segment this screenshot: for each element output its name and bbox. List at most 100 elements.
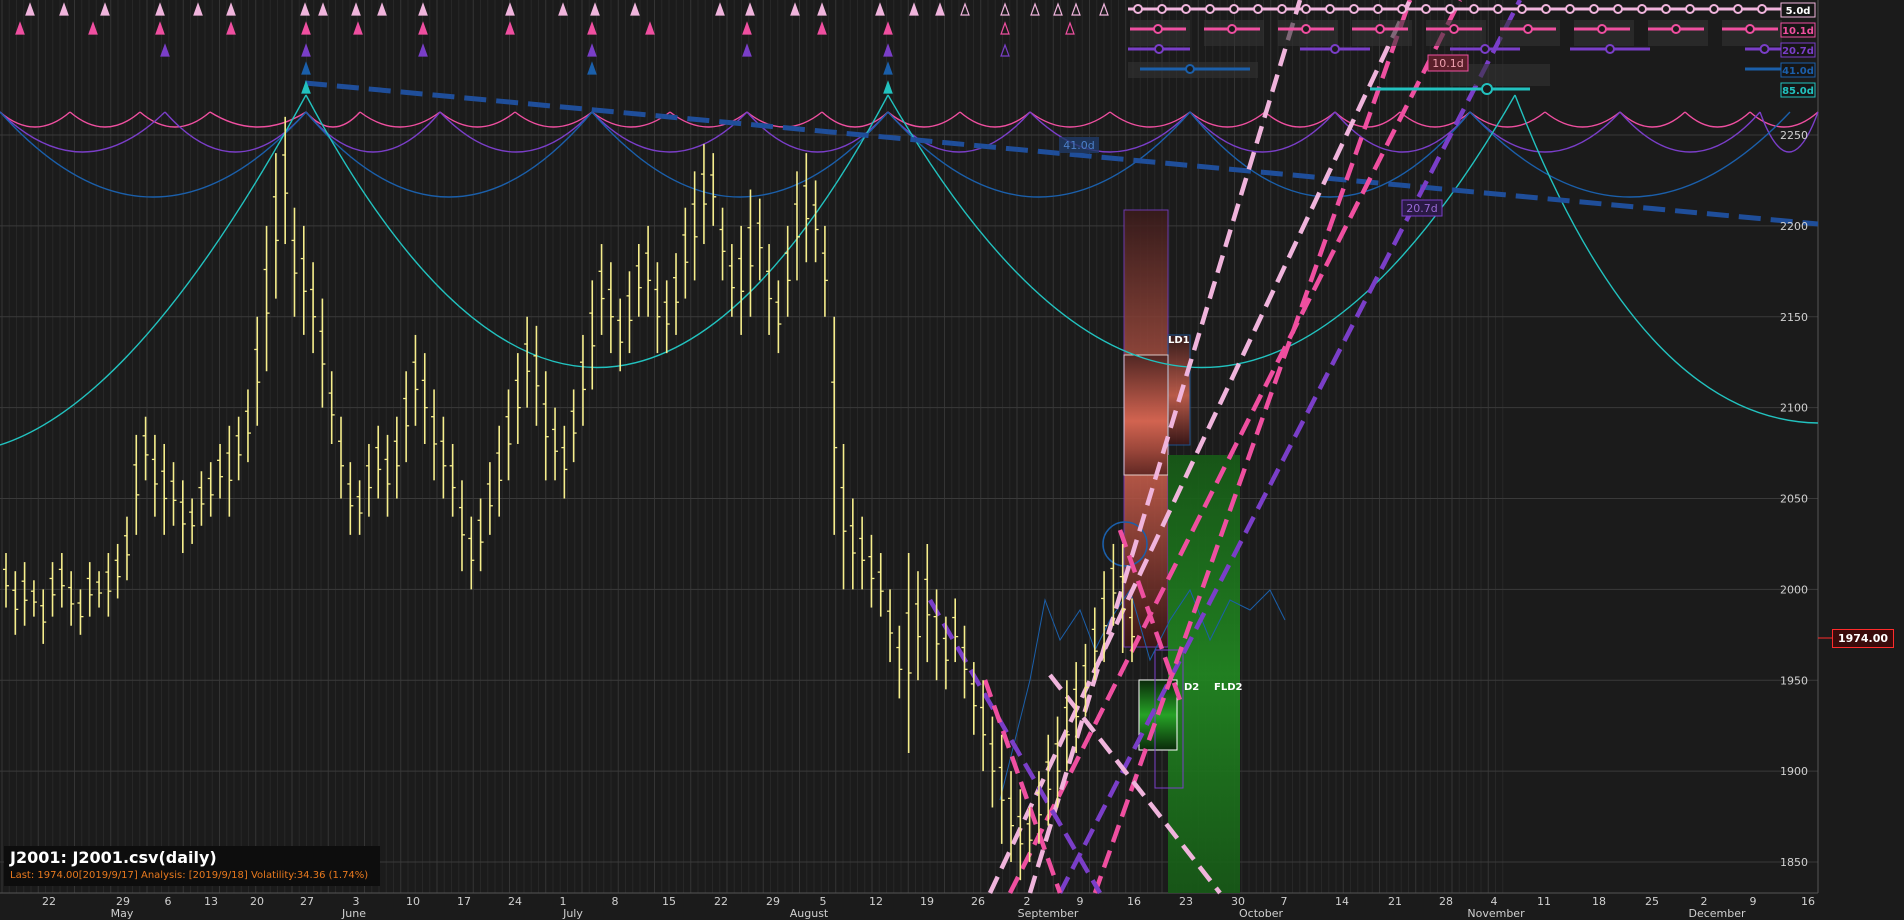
cycle-label: 5.0d: [1786, 6, 1811, 17]
legend-dot-41d: [1185, 64, 1195, 74]
legend-dot-10d: [1745, 24, 1755, 34]
legend-dot-20d: [1605, 44, 1615, 54]
x-tick-label: 22: [42, 895, 56, 908]
legend-dot-5d: [1277, 4, 1287, 14]
x-tick-label: 23: [1179, 895, 1193, 908]
legend-dot-5d: [1133, 4, 1143, 14]
x-tick-label: 18: [1592, 895, 1606, 908]
x-tick-label: 9: [1750, 895, 1757, 908]
price-chart[interactable]: 5.0d 10.1d 20.7d 41.0d 85.0d 41.0d 20.7d 10.1d…: [0, 0, 1904, 920]
y-tick-label: 2150: [1780, 311, 1808, 324]
fld-box-10d: [1123, 354, 1169, 476]
last-price-tag: 1974.00: [1832, 629, 1894, 648]
legend-dot-5d: [1373, 4, 1383, 14]
status-line: Last: 1974.00[2019/9/17] Analysis: [2019…: [10, 870, 369, 881]
x-tick-label: 11: [1537, 895, 1551, 908]
annotation-label-ld1: LD1: [1168, 335, 1190, 346]
legend-dot-20d: [1480, 44, 1490, 54]
month-label: June: [341, 907, 366, 920]
legend-dot-10d: [1671, 24, 1681, 34]
cycle-label: 10.1d: [1782, 26, 1814, 37]
y-tick-label: 1900: [1780, 765, 1808, 778]
legend-dot-5d: [1589, 4, 1599, 14]
month-label: October: [1239, 907, 1283, 920]
month-label: August: [790, 907, 829, 920]
d2-box: [1138, 679, 1178, 751]
legend-dot-5d: [1397, 4, 1407, 14]
annotation-label-d2: D2: [1184, 682, 1199, 693]
month-label: December: [1688, 907, 1746, 920]
legend-dot-5d: [1181, 4, 1191, 14]
x-tick-label: 10: [406, 895, 420, 908]
x-tick-label: 16: [1801, 895, 1815, 908]
annotation-label-fld2: FLD2: [1214, 682, 1243, 693]
x-tick-label: 22: [714, 895, 728, 908]
x-tick-label: 16: [1127, 895, 1141, 908]
x-tick-label: 14: [1335, 895, 1349, 908]
legend-dot-5d: [1541, 4, 1551, 14]
y-tick-label: 1950: [1780, 674, 1808, 687]
legend-dot-5d: [1349, 4, 1359, 14]
legend-dot-5d: [1685, 4, 1695, 14]
cycle-label: 41.0d: [1782, 66, 1814, 77]
legend-dot-20d: [1759, 44, 1770, 54]
annotation-label-10d: 10.1d: [1432, 57, 1463, 70]
x-tick-label: 17: [457, 895, 471, 908]
x-tick-label: 29: [766, 895, 780, 908]
legend-dot-5d: [1325, 4, 1335, 14]
month-label: November: [1467, 907, 1525, 920]
y-tick-label: 2200: [1780, 220, 1808, 233]
legend-dot-5d: [1661, 4, 1671, 14]
ld1-box: [1167, 334, 1191, 446]
legend-dot-5d: [1709, 4, 1719, 14]
legend-dot-5d: [1421, 4, 1431, 14]
fld-green-zone-shade: [1168, 455, 1240, 893]
x-tick-label: 12: [869, 895, 883, 908]
legend-dot-5d: [1229, 4, 1239, 14]
legend-dot-5d: [1157, 4, 1167, 14]
legend-dot-5d: [1445, 4, 1455, 14]
legend-dot-10d: [1153, 24, 1163, 34]
y-tick-label: 2000: [1780, 583, 1808, 596]
legend-dot-20d: [1330, 44, 1340, 54]
annotation-label-20d: 20.7d: [1406, 202, 1437, 215]
x-tick-label: 15: [662, 895, 676, 908]
x-tick-label: 20: [250, 895, 264, 908]
legend-dot-5d: [1757, 4, 1767, 14]
y-tick-label: 2250: [1780, 129, 1808, 142]
legend-dot-10d: [1227, 24, 1237, 34]
x-tick-label: 13: [204, 895, 218, 908]
legend-dot-10d: [1597, 24, 1607, 34]
legend-dot-20d: [1154, 44, 1164, 54]
y-tick-label: 2050: [1780, 493, 1808, 506]
legend-dot-5d: [1517, 4, 1527, 14]
legend-dot-5d: [1613, 4, 1623, 14]
x-tick-label: 6: [165, 895, 172, 908]
legend-dot-5d: [1205, 4, 1215, 14]
x-tick-label: 26: [971, 895, 985, 908]
legend-dot-5d: [1493, 4, 1503, 14]
legend-dot-5d: [1469, 4, 1479, 14]
legend-dot-85d: [1481, 83, 1493, 95]
x-tick-label: 28: [1439, 895, 1453, 908]
month-label: September: [1018, 907, 1079, 920]
x-tick-label: 27: [300, 895, 314, 908]
y-tick-label: 1850: [1780, 856, 1808, 869]
x-tick-label: 19: [920, 895, 934, 908]
y-tick-label: 2100: [1780, 402, 1808, 415]
x-tick-label: 8: [612, 895, 619, 908]
symbol-title: J2001: J2001.csv(daily): [10, 848, 217, 867]
month-label: May: [111, 907, 134, 920]
annotation-label-41d: 41.0d: [1063, 139, 1094, 152]
cycle-label: 20.7d: [1782, 46, 1814, 57]
legend-dot-10d: [1375, 24, 1385, 34]
x-tick-label: 21: [1388, 895, 1402, 908]
month-label: July: [562, 907, 583, 920]
x-tick-label: 24: [508, 895, 522, 908]
legend-dot-10d: [1449, 24, 1459, 34]
symbol-info-panel: J2001: J2001.csv(daily) Last: 1974.00[20…: [4, 846, 380, 886]
legend-dot-10d: [1301, 24, 1311, 34]
legend-dot-5d: [1301, 4, 1311, 14]
x-tick-label: 25: [1645, 895, 1659, 908]
cycle-label: 85.0d: [1782, 86, 1814, 97]
